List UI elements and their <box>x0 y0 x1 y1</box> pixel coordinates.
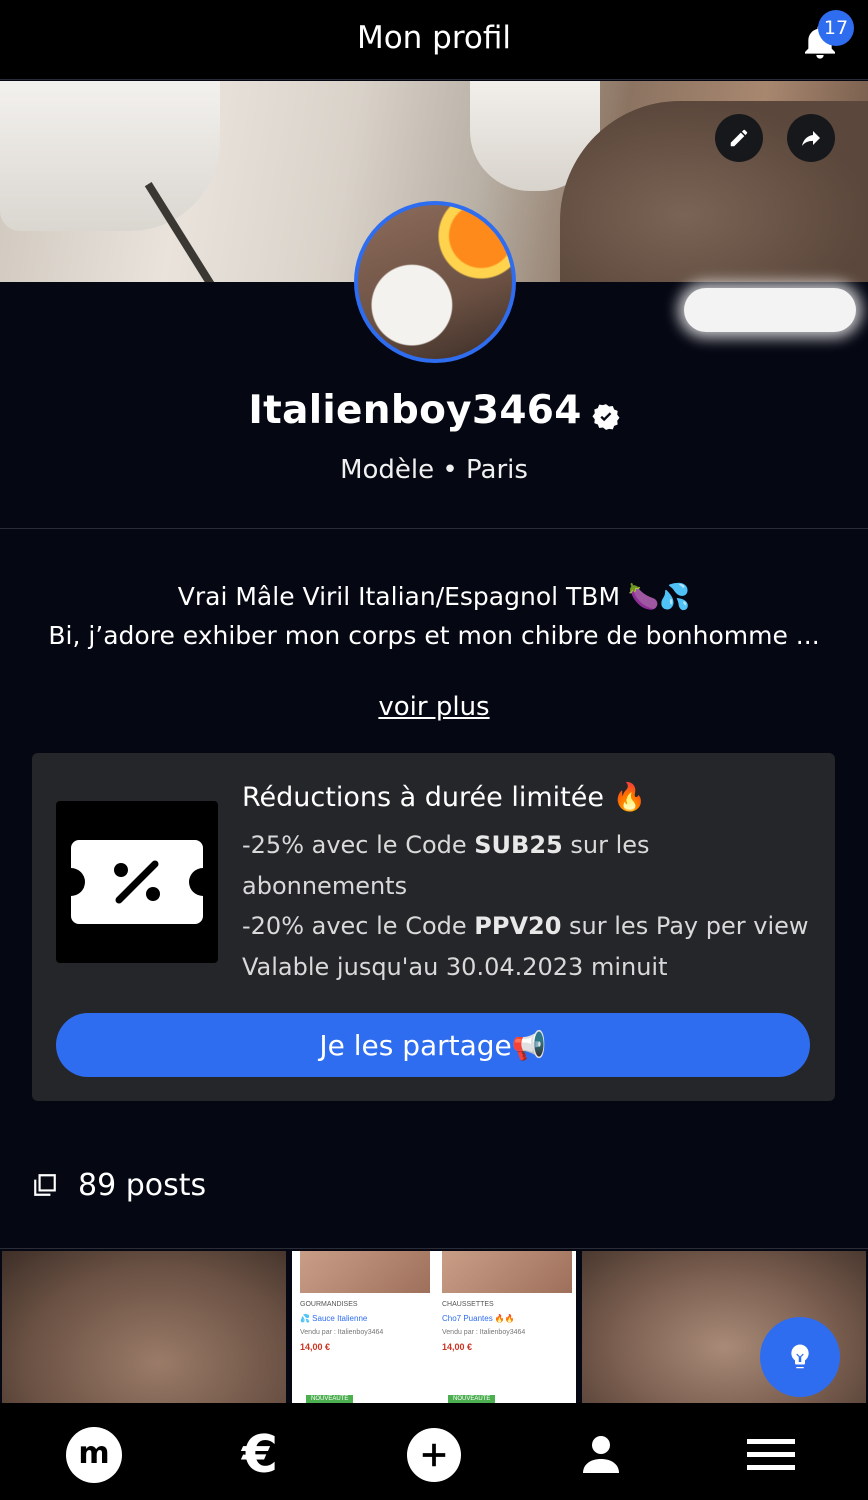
username-row: Italienboy3464 <box>0 388 868 433</box>
profile-subtitle: Modèle • Paris <box>340 455 528 485</box>
discount-ticket-icon <box>56 801 218 963</box>
person-icon <box>583 1436 619 1473</box>
redacted-area <box>684 288 856 332</box>
posts-header: 89 posts <box>32 1163 206 1207</box>
edit-profile-button[interactable] <box>715 114 763 162</box>
plus-icon <box>407 1428 461 1482</box>
share-promo-button[interactable]: Je les partage📢 <box>56 1013 810 1077</box>
promo-line-2: abonnements <box>242 872 408 900</box>
nav-earnings[interactable]: € <box>230 1425 290 1485</box>
nav-home[interactable]: m <box>64 1425 124 1485</box>
notification-count-badge[interactable]: 17 <box>818 10 854 46</box>
pencil-icon <box>730 129 748 147</box>
promo-code-ppv20: PPV20 <box>474 912 562 940</box>
promo-title: Réductions à durée limitée 🔥 <box>242 782 647 813</box>
nav-profile[interactable] <box>571 1425 631 1485</box>
post-thumbnail[interactable]: GOURMANDISES 💦 Sauce Italienne Vendu par… <box>292 1251 576 1404</box>
nav-menu[interactable] <box>741 1425 801 1485</box>
posts-count: 89 posts <box>78 1167 207 1203</box>
nav-create-post[interactable] <box>404 1425 464 1485</box>
bio-line-1: Vrai Mâle Viril Italian/Espagnol TBM 🍆💦 <box>177 582 691 611</box>
home-logo-icon: m <box>66 1427 122 1483</box>
tips-lightbulb-button[interactable] <box>760 1317 840 1397</box>
promo-card: Réductions à durée limitée 🔥 -25% avec l… <box>32 753 835 1101</box>
top-bar: Mon profil 17 <box>0 0 868 80</box>
post-thumbnail[interactable] <box>2 1251 286 1404</box>
username: Italienboy3464 <box>248 388 582 433</box>
divider <box>0 528 868 529</box>
promo-code-sub25: SUB25 <box>474 831 563 859</box>
promo-line-1: -25% avec le Code SUB25 sur les <box>242 831 650 859</box>
posts-grid: GOURMANDISES 💦 Sauce Italienne Vendu par… <box>0 1248 868 1404</box>
euro-icon: € <box>241 1425 279 1485</box>
share-arrow-icon <box>802 131 820 146</box>
promo-line-3: -20% avec le Code PPV20 sur les Pay per … <box>242 912 809 940</box>
posts-stack-icon <box>34 1174 56 1196</box>
bio-line-2: Bi, j’adore exhiber mon corps et mon chi… <box>48 621 820 650</box>
avatar[interactable] <box>354 201 516 363</box>
page-title: Mon profil <box>356 20 512 56</box>
hamburger-menu-icon <box>747 1439 795 1470</box>
share-profile-button[interactable] <box>787 114 835 162</box>
promo-validity: Valable jusqu'au 30.04.2023 minuit <box>242 953 668 981</box>
lightbulb-icon <box>791 1344 809 1369</box>
verified-badge-icon <box>592 396 620 430</box>
see-more-link[interactable]: voir plus <box>0 692 868 722</box>
bottom-navigation: m € <box>0 1403 868 1500</box>
